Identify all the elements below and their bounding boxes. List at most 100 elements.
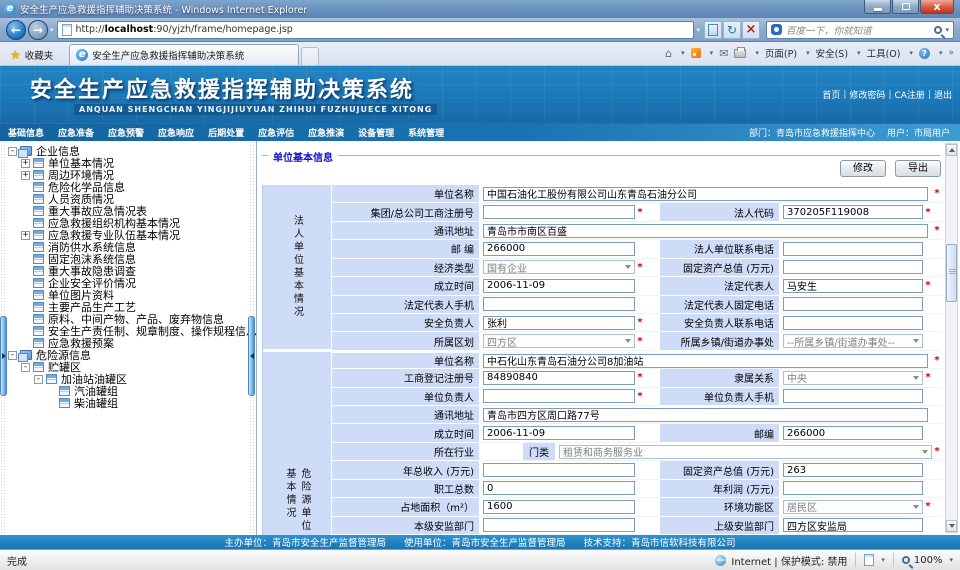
page-menu[interactable]: 页面(P)	[765, 46, 797, 60]
modify-button[interactable]: 修改	[840, 160, 886, 177]
nav-item[interactable]: 应急评估	[258, 126, 294, 139]
text-input[interactable]	[783, 316, 923, 330]
status-page-icon[interactable]	[864, 554, 874, 566]
tree-item[interactable]: -企业信息	[8, 145, 248, 157]
nav-item[interactable]: 应急推演	[308, 126, 344, 139]
text-input[interactable]	[483, 354, 928, 368]
text-input[interactable]	[483, 279, 635, 293]
search-icon[interactable]	[934, 26, 942, 34]
nav-item[interactable]: 应急预警	[108, 126, 144, 139]
nav-item[interactable]: 基础信息	[8, 126, 44, 139]
tree-expander-icon[interactable]: -	[34, 375, 43, 384]
tree-expander-icon[interactable]: -	[8, 147, 17, 156]
search-dropdown-icon[interactable]: ▾	[945, 26, 949, 34]
header-link[interactable]: CA注册	[894, 88, 924, 101]
text-input[interactable]	[483, 463, 635, 477]
text-input[interactable]	[783, 279, 923, 293]
header-link[interactable]: 首页	[822, 88, 840, 101]
forward-button[interactable]: →	[28, 20, 48, 40]
mail-icon[interactable]: ✉	[719, 47, 728, 60]
new-tab-button[interactable]	[301, 47, 319, 65]
text-input[interactable]	[483, 408, 928, 422]
tools-menu[interactable]: 工具(O)	[867, 46, 901, 60]
form-scrollbar[interactable]	[945, 143, 958, 533]
tree-item[interactable]: -危险源信息	[8, 349, 248, 361]
address-input[interactable]: http://localhost:90/yjzh/frame/homepage.…	[57, 21, 695, 39]
text-input[interactable]	[483, 316, 635, 330]
tree-expander-icon[interactable]: +	[21, 159, 30, 168]
select-input[interactable]: 租赁和商务服务业	[559, 445, 932, 459]
tree-expander-icon[interactable]: -	[21, 363, 30, 372]
select-input[interactable]: 中央	[783, 371, 923, 385]
nav-item[interactable]: 后期处置	[208, 126, 244, 139]
select-input[interactable]: 国有企业	[483, 260, 635, 274]
favorites-button[interactable]: ★ 收藏夹	[4, 45, 59, 65]
nav-item[interactable]: 应急响应	[158, 126, 194, 139]
text-input[interactable]	[783, 242, 923, 256]
text-input[interactable]	[483, 205, 635, 219]
text-input[interactable]	[783, 518, 923, 532]
tree-item[interactable]: +周边环境情况	[8, 169, 248, 181]
tree-item[interactable]: 柴油罐组	[8, 397, 248, 409]
text-input[interactable]	[483, 371, 635, 385]
export-button[interactable]: 导出	[895, 160, 941, 177]
text-input[interactable]	[483, 500, 635, 514]
scrollbar-thumb[interactable]	[946, 244, 957, 302]
header-link[interactable]: 退出	[934, 88, 952, 101]
text-input[interactable]	[783, 389, 923, 403]
header-link[interactable]: 修改密码	[849, 88, 885, 101]
text-input[interactable]	[783, 481, 923, 495]
tree-expander-icon[interactable]: -	[8, 351, 17, 360]
nav-item[interactable]: 设备管理	[358, 126, 394, 139]
tree-item[interactable]: 危险化学品信息	[8, 181, 248, 193]
home-icon[interactable]: ⌂	[665, 47, 672, 60]
text-input[interactable]	[783, 426, 923, 440]
tree-item[interactable]: 安全生产责任制、规章制度、操作规程信息	[8, 325, 248, 337]
text-input[interactable]	[783, 260, 923, 274]
browser-tab[interactable]: e 安全生产应急救援指挥辅助决策系统	[69, 44, 299, 65]
text-input[interactable]	[483, 481, 635, 495]
select-input[interactable]: 四方区	[483, 334, 635, 348]
close-button[interactable]: x	[920, 0, 954, 14]
text-input[interactable]	[483, 426, 635, 440]
collapse-handle-right[interactable]	[248, 316, 255, 396]
safety-menu[interactable]: 安全(S)	[816, 46, 848, 60]
refresh-button[interactable]: ↻	[723, 21, 741, 39]
text-input[interactable]	[483, 389, 635, 403]
status-page-dropdown-icon[interactable]: ▾	[881, 556, 885, 564]
nav-item[interactable]: 系统管理	[408, 126, 444, 139]
tree-item[interactable]: 企业安全评价情况	[8, 277, 248, 289]
text-input[interactable]	[783, 297, 923, 311]
text-input[interactable]	[483, 297, 635, 311]
text-input[interactable]	[483, 224, 928, 238]
rss-dropdown-icon[interactable]: ▾	[710, 49, 714, 57]
text-input[interactable]	[783, 205, 923, 219]
text-input[interactable]	[783, 463, 923, 477]
home-dropdown-icon[interactable]: ▾	[681, 49, 685, 57]
tree-expander-icon[interactable]: +	[21, 231, 30, 240]
overflow-icon[interactable]: »	[948, 48, 954, 58]
text-input[interactable]	[483, 518, 635, 532]
rss-icon[interactable]	[691, 48, 701, 58]
text-input[interactable]	[483, 242, 635, 256]
select-input[interactable]: --所属乡镇/街道办事处--	[783, 334, 923, 348]
search-input[interactable]: 百度一下，你就知道 ▾	[766, 21, 954, 39]
select-input[interactable]: 居民区	[783, 500, 923, 514]
scroll-down-icon[interactable]	[946, 520, 957, 532]
help-icon[interactable]: ?	[919, 48, 930, 59]
stop-button[interactable]: ×	[742, 21, 760, 39]
text-input[interactable]	[483, 187, 928, 201]
print-dropdown-icon[interactable]: ▾	[755, 49, 759, 57]
tree-item[interactable]: -加油站油罐区	[8, 373, 248, 385]
compatibility-view-button[interactable]	[704, 21, 722, 39]
address-dropdown-icon[interactable]: ▾	[696, 26, 700, 34]
tree-item[interactable]: 汽油罐组	[8, 385, 248, 397]
scroll-up-icon[interactable]	[946, 144, 957, 156]
maximize-button[interactable]	[892, 0, 919, 14]
zoom-control[interactable]: 100% ▾	[902, 555, 953, 566]
recent-pages-dropdown-icon[interactable]: ▾	[50, 26, 54, 34]
minimize-button[interactable]	[864, 0, 891, 14]
print-icon[interactable]	[734, 49, 746, 58]
back-button[interactable]: ←	[6, 20, 26, 40]
collapse-handle-left[interactable]	[0, 316, 7, 396]
